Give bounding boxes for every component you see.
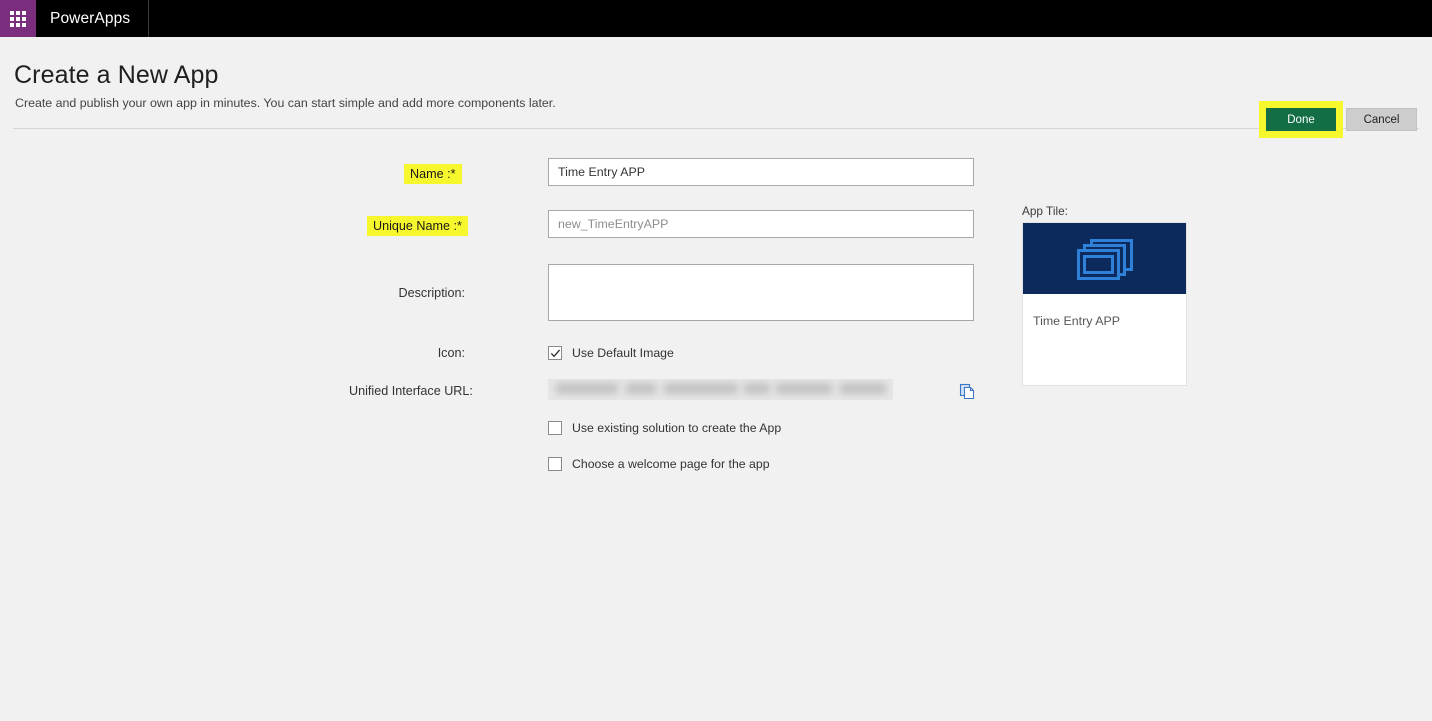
use-existing-solution-label: Use existing solution to create the App [572,421,782,435]
cancel-button[interactable]: Cancel [1346,108,1417,131]
done-button[interactable]: Done [1266,108,1336,131]
page-header: Create a New App Create and publish your… [0,37,1432,138]
description-textarea[interactable] [548,264,974,321]
name-label: Name :* [404,164,462,184]
page-title: Create a New App [14,61,219,89]
suite-bar: PowerApps [0,0,1432,37]
choose-welcome-page-checkbox[interactable] [548,457,562,471]
app-tile-name: Time Entry APP [1033,314,1120,328]
unique-name-input[interactable] [548,210,974,238]
use-existing-solution-row[interactable]: Use existing solution to create the App [548,421,781,435]
choose-welcome-page-row[interactable]: Choose a welcome page for the app [548,457,770,471]
icon-label: Icon: [437,346,465,360]
app-launcher-waffle-icon[interactable] [0,0,36,37]
header-divider [13,128,1419,129]
use-default-image-checkbox[interactable] [548,346,562,360]
copy-icon[interactable] [959,382,977,400]
use-existing-solution-checkbox[interactable] [548,421,562,435]
unified-interface-url-label: Unified Interface URL: [349,384,473,398]
unique-name-label: Unique Name :* [367,216,468,236]
app-tile-label: App Tile: [1022,204,1068,218]
app-tile-header [1023,223,1186,294]
brand-powerapps[interactable]: PowerApps [36,0,150,37]
use-default-image-label: Use Default Image [572,346,674,360]
checkmark-icon [550,348,560,357]
waffle-grid [10,10,26,27]
description-label: Description: [398,286,466,300]
done-button-highlight: Done [1259,101,1343,138]
choose-welcome-page-label: Choose a welcome page for the app [572,457,770,471]
page-subtitle: Create and publish your own app in minut… [15,96,556,110]
name-input[interactable] [548,158,974,186]
use-default-image-row[interactable]: Use Default Image [548,346,674,360]
app-tile-preview: Time Entry APP [1022,222,1187,386]
stacked-windows-icon [1076,238,1133,280]
unified-interface-url-value-redacted [548,379,893,400]
